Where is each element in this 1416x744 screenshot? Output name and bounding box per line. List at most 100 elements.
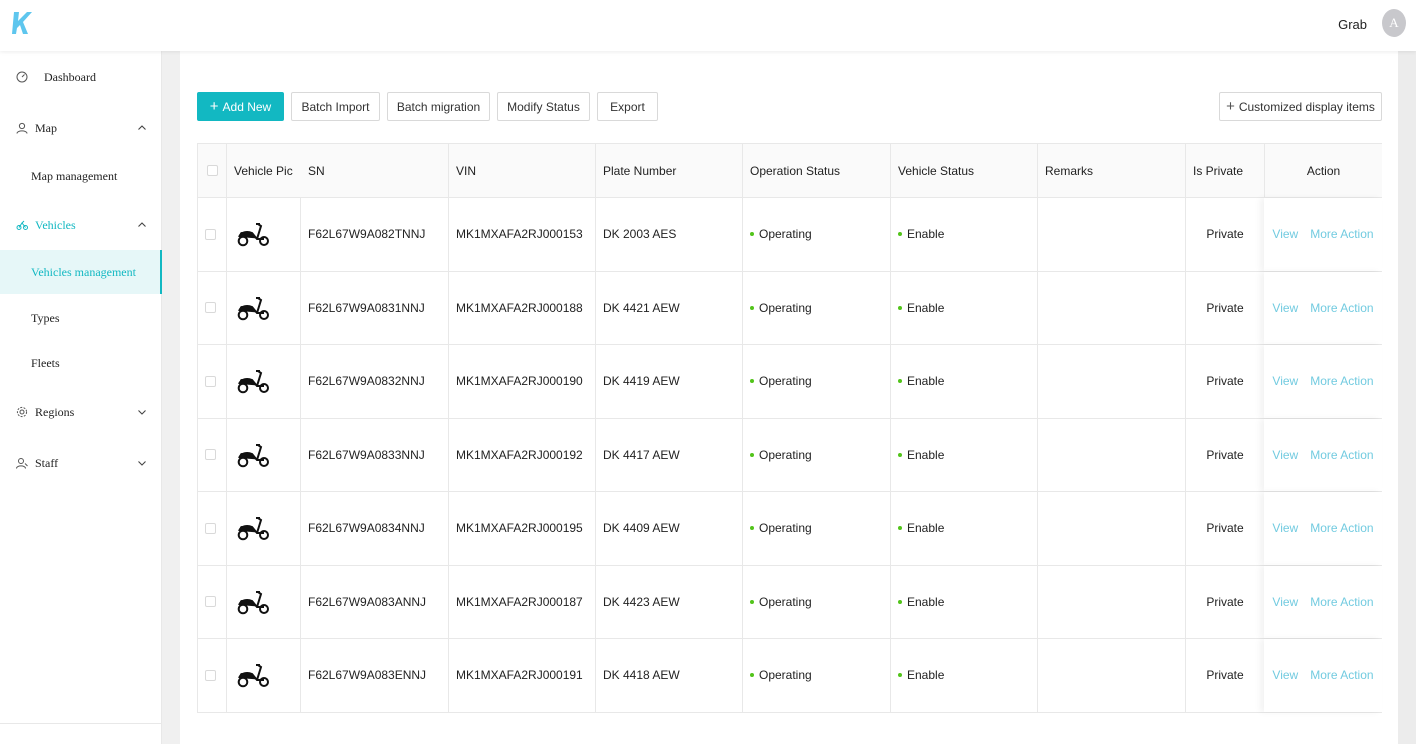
status-dot [898,673,902,678]
sidebar-item-dashboard[interactable]: Dashboard [0,57,162,97]
vehicle-status-text: Enable [907,521,945,536]
sidebar-item-vehicles-management[interactable]: Vehicles management [0,250,162,294]
gear-icon [16,406,28,418]
sidebar-item-regions[interactable]: Regions [0,392,162,432]
vin-cell: MK1MXAFA2RJ000153 [449,198,596,271]
table-row[interactable]: F62L67W9A0834NNJ MK1MXAFA2RJ000195 DK 44… [198,492,1382,566]
row-select-cell [198,639,227,712]
chevron-down-icon[interactable] [137,407,147,417]
vin-cell: MK1MXAFA2RJ000195 [449,492,596,565]
chevron-up-icon[interactable] [137,220,147,230]
add-new-button[interactable]: + Add New [197,92,284,121]
row-checkbox[interactable] [205,449,216,461]
sidebar-divider [0,723,162,724]
col-remarks[interactable]: Remarks [1038,144,1186,197]
plus-icon: + [209,97,219,115]
sn-cell: F62L67W9A0831NNJ [301,271,449,344]
sidebar-item-map-management[interactable]: Map management [0,154,162,198]
vehicle-pic-cell [227,271,301,344]
vin-cell: MK1MXAFA2RJ000187 [449,565,596,638]
table-row[interactable]: F62L67W9A083ENNJ MK1MXAFA2RJ000191 DK 44… [198,639,1382,713]
col-vehicle-status[interactable]: Vehicle Status [891,144,1038,197]
main-content: + Add New Batch Import Batch migration M… [180,51,1398,744]
user-avatar[interactable]: A [1382,9,1406,37]
scooter-icon [237,517,269,541]
select-all-checkbox[interactable] [207,165,218,176]
sidebar-item-label: Map management [31,168,118,183]
col-plate-number[interactable]: Plate Number [596,144,743,197]
table-row[interactable]: F62L67W9A0833NNJ MK1MXAFA2RJ000192 DK 44… [198,418,1382,492]
more-action-link[interactable]: More Action [1310,301,1373,315]
remarks-cell [1038,492,1186,565]
view-link[interactable]: View [1272,301,1298,315]
brand-logo-icon[interactable] [12,10,32,36]
plate-cell: DK 4419 AEW [596,345,743,418]
status-dot [898,526,902,531]
row-select-cell [198,492,227,565]
scooter-icon [237,664,269,688]
more-action-link[interactable]: More Action [1310,374,1373,388]
row-checkbox[interactable] [205,669,216,681]
view-link[interactable]: View [1272,521,1298,535]
user-name[interactable]: Grab [1338,17,1367,33]
is-private-cell: Private [1206,447,1244,462]
export-button[interactable]: Export [597,92,658,121]
table-row[interactable]: F62L67W9A082TNNJ MK1MXAFA2RJ000153 DK 20… [198,198,1382,272]
status-dot [750,305,754,310]
customized-display-button[interactable]: + Customized display items [1219,92,1382,121]
sidebar-item-vehicles[interactable]: Vehicles [0,205,162,245]
plus-icon: + [1226,97,1235,115]
status-dot [750,526,754,531]
more-action-link[interactable]: More Action [1310,521,1373,535]
sidebar-item-map[interactable]: Map [0,108,162,148]
staff-icon [16,457,28,469]
sidebar-item-staff[interactable]: Staff [0,443,162,483]
chevron-up-icon[interactable] [137,123,147,133]
remarks-cell [1038,418,1186,491]
operation-status-text: Operating [759,521,812,536]
row-checkbox[interactable] [205,375,216,387]
more-action-link[interactable]: More Action [1310,448,1373,462]
status-dot [750,232,754,237]
sidebar-item-types[interactable]: Types [0,296,162,340]
table-header: Vehicle Pic SN VIN Plate Number Operatio… [198,144,1382,198]
table-row[interactable]: F62L67W9A0832NNJ MK1MXAFA2RJ000190 DK 44… [198,345,1382,419]
vehicle-pic-cell [227,198,301,271]
vehicle-pic-cell [227,418,301,491]
remarks-cell [1038,345,1186,418]
action-cell: View More Action [1264,198,1382,271]
plate-cell: DK 4417 AEW [596,418,743,491]
batch-migration-button[interactable]: Batch migration [387,92,490,121]
view-link[interactable]: View [1272,668,1298,682]
row-checkbox[interactable] [205,522,216,534]
more-action-link[interactable]: More Action [1310,227,1373,241]
view-link[interactable]: View [1272,595,1298,609]
sidebar-item-fleets[interactable]: Fleets [0,341,162,385]
more-action-link[interactable]: More Action [1310,668,1373,682]
chevron-down-icon[interactable] [137,458,147,468]
col-is-private[interactable]: Is Private [1186,144,1264,197]
more-action-link[interactable]: More Action [1310,595,1373,609]
batch-import-button[interactable]: Batch Import [291,92,380,121]
view-link[interactable]: View [1272,227,1298,241]
row-checkbox[interactable] [205,302,216,314]
table-row[interactable]: F62L67W9A0831NNJ MK1MXAFA2RJ000188 DK 44… [198,271,1382,345]
operation-status-cell: Operating [743,198,891,271]
col-vin[interactable]: VIN [449,144,596,197]
is-private-cell: Private [1206,668,1244,683]
view-link[interactable]: View [1272,374,1298,388]
scrollbar-track[interactable] [1398,51,1416,744]
row-checkbox[interactable] [205,596,216,608]
action-cell: View More Action [1264,345,1382,418]
table-row[interactable]: F62L67W9A083ANNJ MK1MXAFA2RJ000187 DK 44… [198,565,1382,639]
col-sn[interactable]: SN [301,144,449,197]
remarks-cell [1038,198,1186,271]
row-checkbox[interactable] [205,228,216,240]
vehicle-status-text: Enable [907,668,945,683]
modify-status-button[interactable]: Modify Status [497,92,590,121]
view-link[interactable]: View [1272,448,1298,462]
is-private-cell: Private [1206,227,1244,242]
vehicle-status-text: Enable [907,374,945,389]
status-dot [750,379,754,384]
col-operation-status[interactable]: Operation Status [743,144,891,197]
